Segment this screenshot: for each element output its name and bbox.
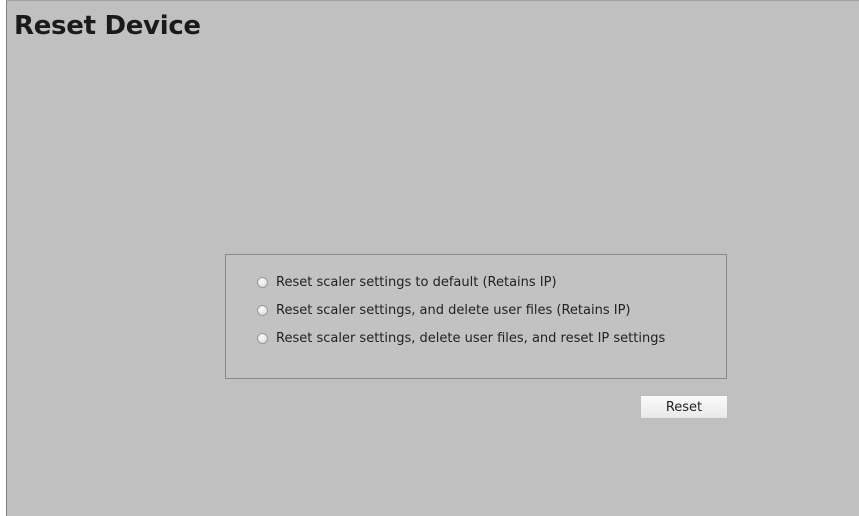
reset-option-label: Reset scaler settings, and delete user f…: [276, 302, 631, 318]
reset-option-defaults[interactable]: Reset scaler settings to default (Retain…: [257, 272, 557, 292]
reset-device-panel: Reset Device Reset scaler settings to de…: [6, 0, 859, 516]
radio-button[interactable]: [257, 332, 268, 344]
reset-option-label: Reset scaler settings to default (Retain…: [276, 274, 557, 290]
reset-option-reset-ip[interactable]: Reset scaler settings, delete user files…: [257, 328, 665, 348]
radio-button[interactable]: [257, 276, 268, 288]
reset-button[interactable]: Reset: [640, 395, 728, 419]
reset-option-delete-user-files[interactable]: Reset scaler settings, and delete user f…: [257, 300, 630, 320]
reset-options-group: Reset scaler settings to default (Retain…: [225, 254, 727, 379]
page-title: Reset Device: [14, 11, 201, 41]
radio-button[interactable]: [257, 304, 268, 316]
reset-option-label: Reset scaler settings, delete user files…: [276, 330, 666, 346]
